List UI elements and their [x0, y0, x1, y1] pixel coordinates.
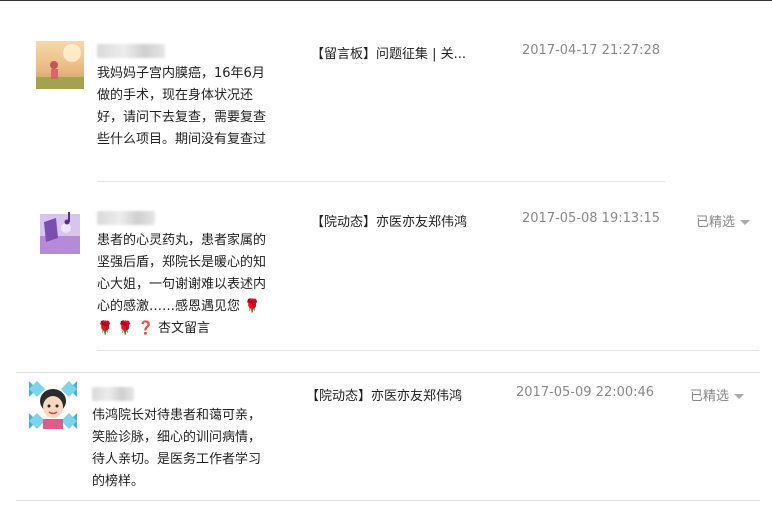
comment-timestamp: 2017-04-17 21:27:28 [522, 43, 661, 58]
username-blurred [97, 211, 155, 225]
rose-icon: 🌹 [97, 321, 114, 336]
top-border [0, 0, 772, 1]
comment-timestamp: 2017-05-08 19:13:15 [522, 211, 661, 226]
avatar[interactable] [36, 208, 84, 256]
question-mark-icon: ❓ [137, 321, 154, 336]
article-link[interactable]: 【院动态】亦医亦友郑伟鸿 [311, 211, 467, 230]
article-link[interactable]: 【院动态】亦医亦友郑伟鸿 [306, 385, 462, 404]
divider [16, 372, 760, 373]
chevron-down-icon [740, 220, 751, 225]
featured-dropdown[interactable]: 已精选 [696, 211, 751, 230]
comment-text-body: 患者的心灵药丸，患者家属的坚强后盾，郑院长是暖心的知心大姐，一句谢谢难以表述内心… [97, 233, 267, 314]
comment-text: 伟鸿院长对待患者和蔼可亲，笑脸诊脉，细心的训问病情，待人亲切。是医务工作者学习的… [92, 405, 267, 493]
article-link[interactable]: 【留言板】问题征集 | 关... [311, 43, 466, 62]
divider [97, 350, 759, 351]
featured-label: 已精选 [690, 389, 730, 404]
rose-icon: 🌹 [117, 321, 134, 336]
chevron-down-icon [734, 394, 745, 399]
comment-text-body: 我妈妈子宫内膜癌，16年6月做的手术，现在身体状况还好，请问下去复查，需要复查些… [97, 66, 267, 147]
avatar[interactable] [29, 381, 77, 429]
username-blurred [92, 387, 134, 401]
comment-text: 我妈妈子宫内膜癌，16年6月做的手术，现在身体状况还好，请问下去复查，需要复查些… [97, 63, 272, 151]
avatar-image-icon [29, 381, 77, 429]
avatar[interactable] [36, 41, 84, 89]
comment-text-suffix: 杏文留言 [157, 321, 210, 336]
rose-icon: 🌹 [244, 299, 261, 314]
featured-dropdown[interactable]: 已精选 [690, 385, 745, 404]
avatar-image-icon [36, 41, 84, 89]
divider [16, 500, 760, 501]
comment-text: 患者的心灵药丸，患者家属的坚强后盾，郑院长是暖心的知心大姐，一句谢谢难以表述内心… [97, 230, 272, 340]
divider [97, 181, 665, 182]
comment-text-body: 伟鸿院长对待患者和蔼可亲，笑脸诊脉，细心的训问病情，待人亲切。是医务工作者学习的… [92, 408, 262, 489]
username-blurred [97, 44, 165, 58]
featured-label: 已精选 [696, 215, 736, 230]
avatar-image-icon [36, 208, 84, 256]
comment-timestamp: 2017-05-09 22:00:46 [516, 385, 655, 400]
